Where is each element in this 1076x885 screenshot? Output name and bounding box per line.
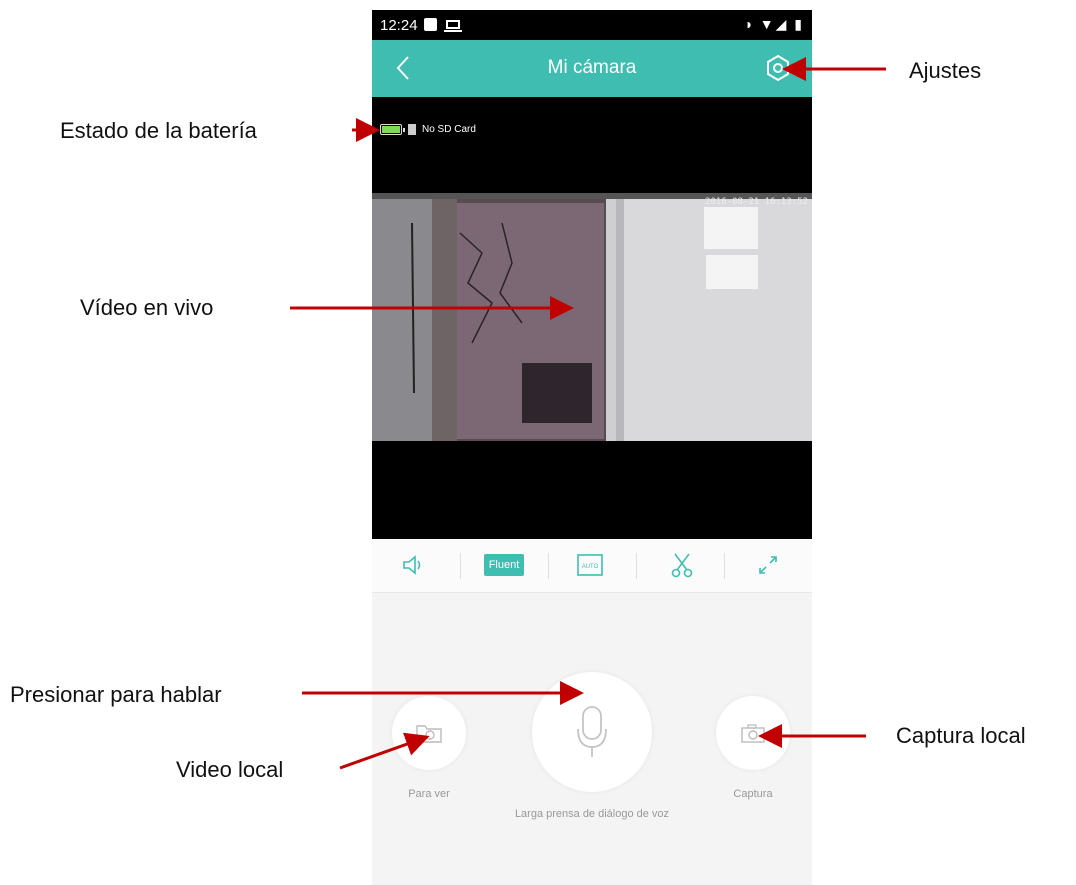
annotation-arrows	[290, 57, 886, 770]
arrow-video-local	[339, 732, 430, 770]
